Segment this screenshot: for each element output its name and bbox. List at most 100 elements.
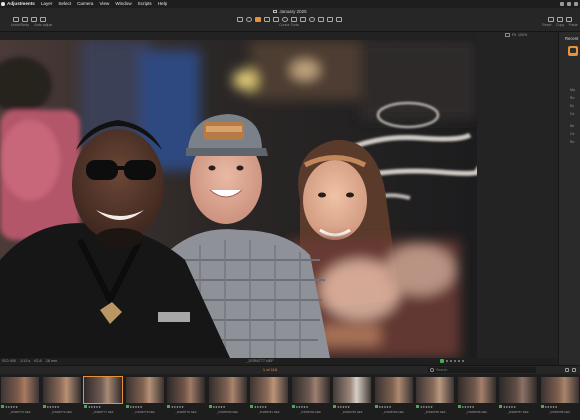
zoom-icon[interactable] xyxy=(281,16,288,22)
star-rating[interactable]: ★★★★★ xyxy=(130,405,143,409)
filmstrip-thumbnail[interactable]: ★★★★★ _DSR8788.NEF xyxy=(540,377,580,417)
filmstrip-thumbnail[interactable]: ★★★★★ _DSR8781.NEF xyxy=(249,377,289,417)
star-rating[interactable]: ★★★★★ xyxy=(420,405,433,409)
filter-icon[interactable] xyxy=(572,368,576,372)
rating-dot[interactable] xyxy=(446,360,448,362)
color-tag[interactable] xyxy=(1,405,4,408)
color-tag[interactable] xyxy=(499,405,502,408)
star-rating[interactable]: ★★★★★ xyxy=(47,405,60,409)
viewer-mode-icon[interactable] xyxy=(505,33,510,37)
star-rating[interactable]: ★★★★★ xyxy=(213,405,226,409)
star-rating[interactable]: ★★★★★ xyxy=(545,405,558,409)
thumbnail-image[interactable] xyxy=(83,376,123,404)
search-field[interactable]: Search xyxy=(428,367,536,373)
rating-dot[interactable] xyxy=(462,360,464,362)
eraser-icon[interactable] xyxy=(299,16,306,22)
thumbnail-image[interactable] xyxy=(208,377,247,403)
panel-row[interactable]: Se xyxy=(570,124,574,128)
camera-icon[interactable] xyxy=(12,16,19,22)
thumbnail-image[interactable] xyxy=(167,377,205,403)
filmstrip-thumbnail[interactable]: ★★★★★ _DSR8776.NEF xyxy=(42,377,82,417)
color-tag[interactable] xyxy=(42,405,46,408)
menu-scripts[interactable]: Scripts xyxy=(138,0,152,8)
color-tag[interactable] xyxy=(250,405,253,408)
redo-icon[interactable] xyxy=(30,16,37,22)
panel-row[interactable]: Ce xyxy=(570,112,574,116)
eyedropper-icon[interactable] xyxy=(308,16,315,22)
color-tag[interactable] xyxy=(167,405,170,408)
menu-camera[interactable]: Camera xyxy=(77,0,93,8)
zoom-100-label[interactable]: 100% xyxy=(518,33,527,37)
filmstrip-thumbnail[interactable]: ★★★★★ _DSR8782.NEF xyxy=(291,377,331,417)
fit-zoom-label[interactable]: Fit xyxy=(512,33,516,37)
filmstrip-thumbnail[interactable]: ★★★★★ _DSR8785.NEF xyxy=(415,377,455,417)
star-rating[interactable]: ★★★★★ xyxy=(88,405,101,409)
sort-icon[interactable] xyxy=(565,368,569,372)
panel-row[interactable]: Ce xyxy=(570,132,574,136)
star-rating[interactable]: ★★★★★ xyxy=(462,405,475,409)
menu-view[interactable]: View xyxy=(99,0,109,8)
star-rating[interactable]: ★★★★★ xyxy=(5,405,18,409)
color-tag[interactable] xyxy=(416,405,419,408)
color-tag[interactable] xyxy=(84,405,87,408)
thumbnail-image[interactable] xyxy=(457,377,496,403)
thumbnail-image[interactable] xyxy=(374,377,413,403)
gradient-icon[interactable] xyxy=(335,16,342,22)
auto-adjust-icon[interactable] xyxy=(39,16,46,22)
color-tag[interactable] xyxy=(333,405,336,408)
color-tag[interactable] xyxy=(457,405,461,408)
menu-window[interactable]: Window xyxy=(115,0,131,8)
selected-tool-icon[interactable] xyxy=(254,16,261,22)
paste-icon[interactable] xyxy=(566,16,572,22)
status-icon[interactable] xyxy=(560,2,564,6)
panel-row[interactable]: Ro xyxy=(570,96,574,100)
color-tag[interactable] xyxy=(291,405,295,408)
color-tag[interactable] xyxy=(440,359,444,363)
filmstrip-thumbnail[interactable]: ★★★★★ _DSR8786.NEF xyxy=(457,377,497,417)
rating-dot[interactable] xyxy=(458,360,460,362)
color-tag[interactable] xyxy=(374,405,378,408)
thumbnail-image[interactable] xyxy=(499,377,537,403)
panel-row[interactable]: Ro xyxy=(570,140,574,144)
thumbnail-image[interactable] xyxy=(291,377,330,403)
filmstrip-thumbnail[interactable]: ★★★★★ _DSR8779.NEF xyxy=(166,377,206,417)
menu-help[interactable]: Help xyxy=(158,0,167,8)
filmstrip-thumbnail[interactable]: ★★★★★ _DSR8777.NEF xyxy=(83,376,123,417)
recent-tool-icon[interactable] xyxy=(568,46,578,56)
thumbnail-image[interactable] xyxy=(333,377,371,403)
panel-row[interactable]: Ma xyxy=(570,88,575,92)
panel-row[interactable]: Ex xyxy=(570,104,574,108)
filmstrip-thumbnail[interactable]: ★★★★★ _DSR8787.NEF xyxy=(498,377,538,417)
star-rating[interactable]: ★★★★★ xyxy=(379,405,392,409)
thumbnail-image[interactable] xyxy=(540,377,579,403)
filmstrip-thumbnail[interactable]: ★★★★★ _DSR8778.NEF xyxy=(125,377,165,417)
star-rating[interactable]: ★★★★★ xyxy=(171,405,184,409)
menu-adjustments[interactable]: Adjustments xyxy=(7,0,35,8)
crop-icon[interactable] xyxy=(263,16,270,22)
apple-menu-icon[interactable] xyxy=(0,0,6,8)
filmstrip-thumbnail[interactable]: ★★★★★ _DSR8775.NEF xyxy=(0,377,40,417)
photo-preview[interactable] xyxy=(0,40,477,358)
pointer-icon[interactable] xyxy=(236,16,243,22)
color-tag[interactable] xyxy=(125,405,129,408)
thumbnail-image[interactable] xyxy=(42,377,81,403)
rating-dot[interactable] xyxy=(454,360,456,362)
star-rating[interactable]: ★★★★★ xyxy=(254,405,267,409)
wifi-icon[interactable] xyxy=(567,2,571,6)
rotate-icon[interactable] xyxy=(272,16,279,22)
undo-icon[interactable] xyxy=(21,16,28,22)
menu-layer[interactable]: Layer xyxy=(41,0,53,8)
thumbnail-image[interactable] xyxy=(416,377,454,403)
color-tag[interactable] xyxy=(540,405,544,408)
annotation-icon[interactable] xyxy=(326,16,333,22)
thumbnail-image[interactable] xyxy=(250,377,288,403)
star-rating[interactable]: ★★★★★ xyxy=(337,405,350,409)
pan-icon[interactable] xyxy=(245,16,252,22)
rating-display[interactable] xyxy=(440,359,464,363)
control-center-icon[interactable] xyxy=(574,2,578,6)
spot-removal-icon[interactable] xyxy=(317,16,324,22)
brush-icon[interactable] xyxy=(290,16,297,22)
filmstrip-thumbnail[interactable]: ★★★★★ _DSR8780.NEF xyxy=(208,377,248,417)
star-rating[interactable]: ★★★★★ xyxy=(296,405,309,409)
thumbnail-image[interactable] xyxy=(125,377,164,403)
